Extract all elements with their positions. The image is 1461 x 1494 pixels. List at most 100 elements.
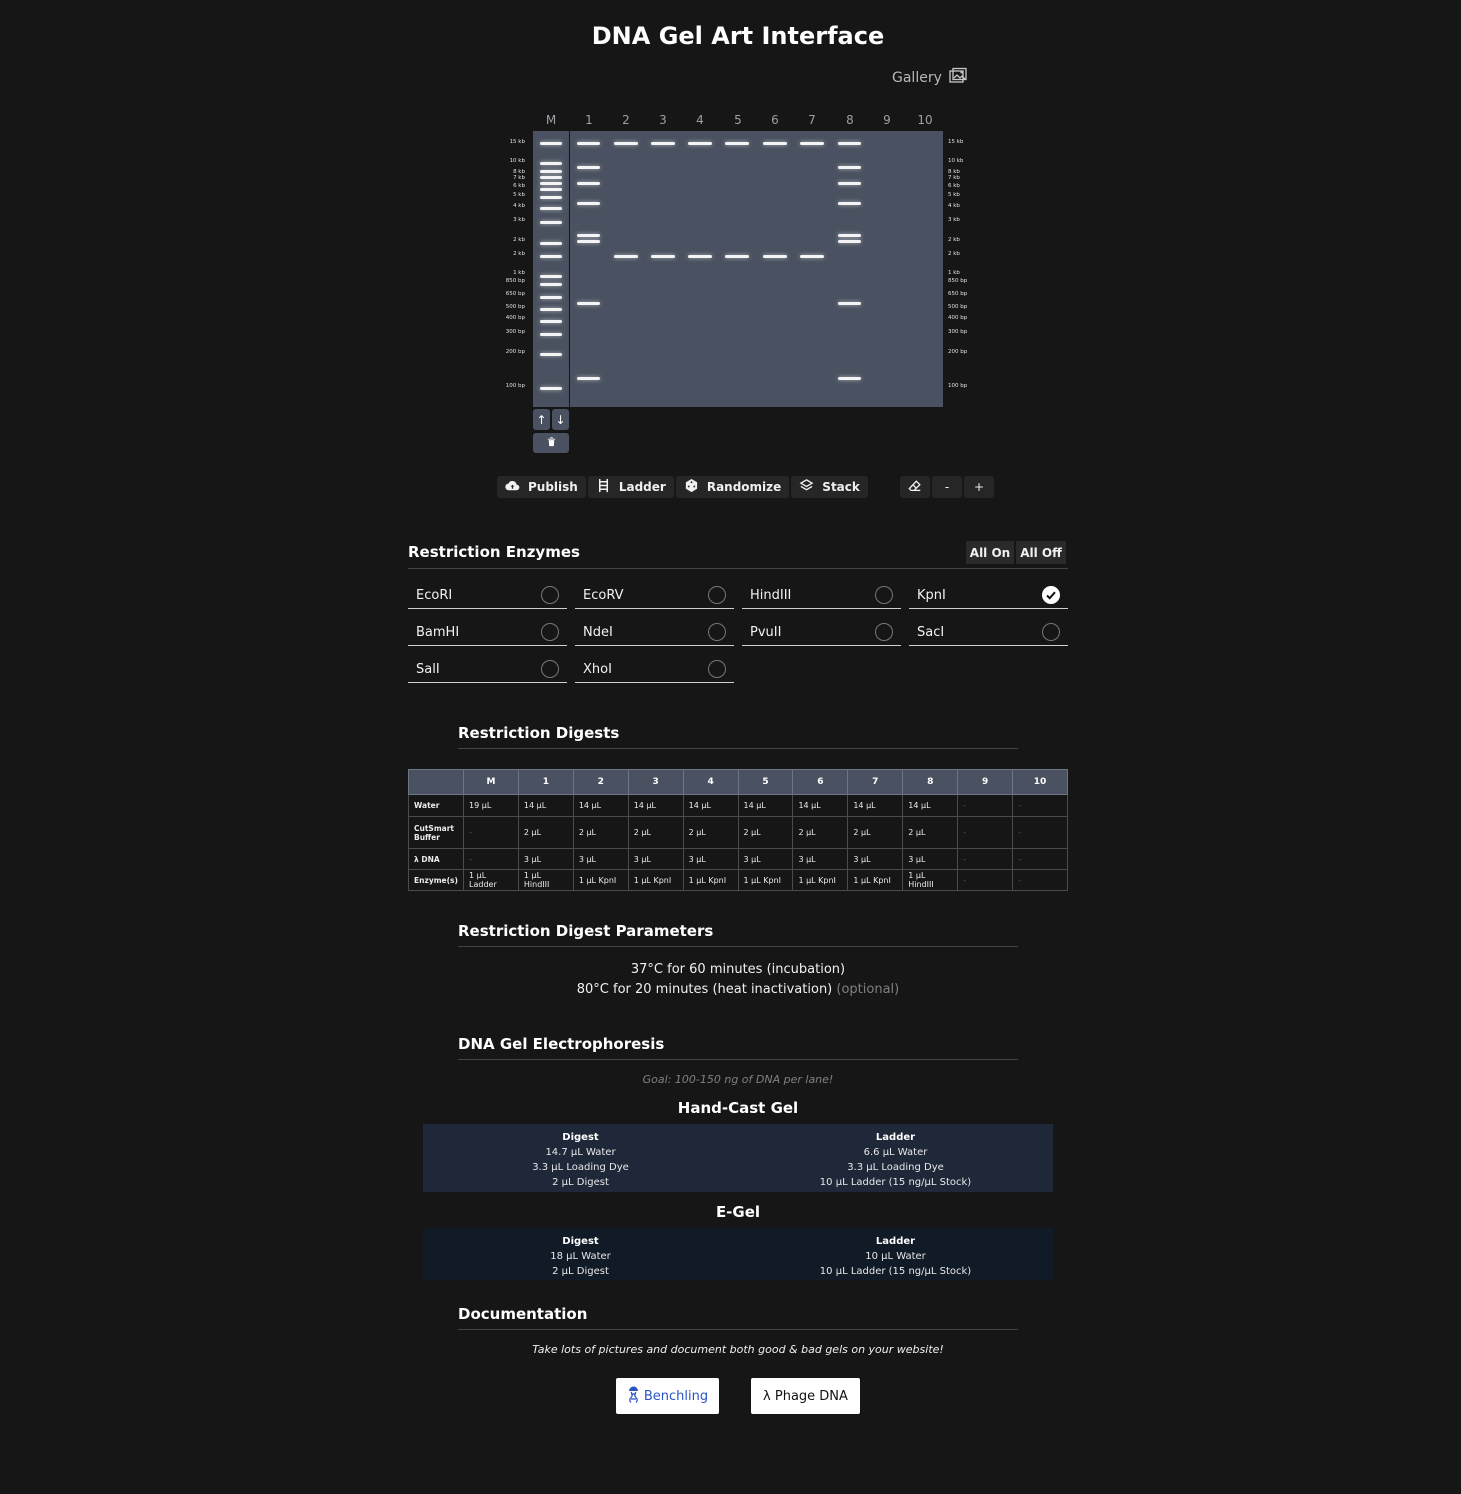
table-header: 3 [627,769,684,795]
table-header: M [463,769,519,795]
lane-header-10: 10 [917,113,933,127]
lane-header-4: 4 [696,113,704,127]
enzyme-checkbox[interactable] [708,660,726,678]
table-cell: 3 µL [572,848,629,870]
benchling-icon [627,1385,640,1407]
move-lane-down-button[interactable]: ↓ [552,409,569,430]
column-header: Ladder [875,1236,916,1247]
size-label: 10 kb [948,158,964,164]
gel-band [725,142,749,145]
enzyme-checkbox[interactable] [708,586,726,604]
gel-band [651,255,675,258]
gel-band [577,302,600,305]
heat-inactivation-text: 80°C for 20 minutes (heat inactivation) [576,982,833,997]
divider [458,1329,1018,1330]
benchling-link[interactable]: Benchling [616,1378,719,1414]
enzyme-checkbox[interactable] [541,586,559,604]
table-cell: 1 µL KpnI [572,869,629,891]
table-cell: 2 µL [517,816,574,849]
enzyme-toggle-ecori[interactable]: EcoRI [408,582,567,609]
gallery-link[interactable]: Gallery [892,66,968,90]
enzyme-checkbox[interactable] [541,623,559,641]
table-row: Enzyme(s) 1 µL Ladder 1 µL HindIII 1 µL … [408,869,1068,891]
size-label: 2 kb [948,251,960,257]
size-label: 4 kb [948,203,960,209]
recipe-line: 10 µL Water [865,1251,926,1262]
all-off-button[interactable]: All Off [1016,541,1066,564]
gel-band [614,142,638,145]
stack-button[interactable]: Stack [791,476,868,498]
size-label: 650 bp [505,291,525,297]
enzyme-checkbox[interactable] [708,623,726,641]
table-cell: - [463,816,519,849]
zoom-in-button[interactable]: + [964,476,994,498]
size-label: 15 kb [948,139,964,145]
enzyme-toggle-ecorv[interactable]: EcoRV [575,582,734,609]
enzyme-toggle-sali[interactable]: SalI [408,656,567,683]
divider [408,568,1068,569]
phage-dna-link[interactable]: λ Phage DNA [751,1378,860,1414]
e-gel-ladder-column: Ladder 10 µL Water 10 µL Ladder (15 ng/µ… [738,1228,1053,1280]
enzyme-checkbox[interactable] [1042,623,1060,641]
randomize-button[interactable]: Randomize [675,476,790,498]
enzyme-toggle-bamhi[interactable]: BamHI [408,619,567,646]
table-header: 2 [572,769,629,795]
gel-band [540,308,562,311]
table-cell: 3 µL [682,848,739,870]
gel-band [577,202,600,205]
size-label: 1 kb [513,270,525,276]
eraser-button[interactable] [900,476,930,498]
gel-band [577,234,600,237]
size-label: 3 kb [948,217,960,223]
gel-band [577,142,600,145]
gel-band [540,242,562,245]
publish-button[interactable]: Publish [497,476,586,498]
size-label: 5 kb [948,192,960,198]
zoom-controls: - + [900,476,994,498]
digests-title: Restriction Digests [458,724,620,742]
eraser-icon [908,479,922,496]
table-cell: 2 µL [847,816,904,849]
enzyme-toggle-ndei[interactable]: NdeI [575,619,734,646]
table-cell: 3 µL [847,848,904,870]
lane-header-8: 8 [846,113,854,127]
lane-header-5: 5 [734,113,742,127]
recipe-line: 3.3 µL Loading Dye [847,1162,944,1173]
table-cell: 1 µL KpnI [682,869,739,891]
delete-lane-button[interactable] [533,433,569,453]
zoom-out-button[interactable]: - [932,476,962,498]
digest-table: M 1 2 3 4 5 6 7 8 9 10 Water 19 µL 14 µL… [408,769,1068,891]
all-on-button[interactable]: All On [966,541,1014,564]
column-header: Ladder [875,1132,916,1143]
ladder-button[interactable]: Ladder [587,476,674,498]
table-cell: 3 µL [902,848,959,870]
enzyme-checkbox[interactable] [875,623,893,641]
gel-band [540,387,562,390]
hand-cast-ladder-column: Ladder 6.6 µL Water 3.3 µL Loading Dye 1… [738,1124,1053,1192]
move-lane-up-button[interactable]: ↑ [533,409,550,430]
size-label: 100 bp [948,383,968,389]
gel-sample-area[interactable] [570,131,943,407]
enzyme-checkbox[interactable] [541,660,559,678]
table-cell: 1 µL KpnI [847,869,904,891]
enzyme-toggle-xhoi[interactable]: XhoI [575,656,734,683]
gel-band [577,182,600,185]
lane-header-m: M [545,113,557,127]
enzyme-toggle-pvuii[interactable]: PvuII [742,619,901,646]
recipe-line: 14.7 µL Water [545,1147,616,1158]
gel-band [838,377,861,380]
dice-icon [684,478,699,496]
ladder-label: Ladder [618,480,666,494]
table-cell: 1 µL KpnI [737,869,794,891]
enzyme-checkbox-checked[interactable] [1042,586,1060,604]
size-label: 650 bp [948,291,968,297]
table-cell: 14 µL [682,794,739,817]
enzyme-toggle-hindiii[interactable]: HindIII [742,582,901,609]
enzyme-toggle-saci[interactable]: SacI [909,619,1068,646]
gel-ladder-lane[interactable] [533,131,569,407]
enzyme-checkbox[interactable] [875,586,893,604]
enzyme-toggle-kpni[interactable]: KpnI [909,582,1068,609]
table-cell: 3 µL [627,848,684,870]
table-cell: - [1012,848,1068,870]
documentation-note: Take lots of pictures and document both … [532,1343,944,1356]
